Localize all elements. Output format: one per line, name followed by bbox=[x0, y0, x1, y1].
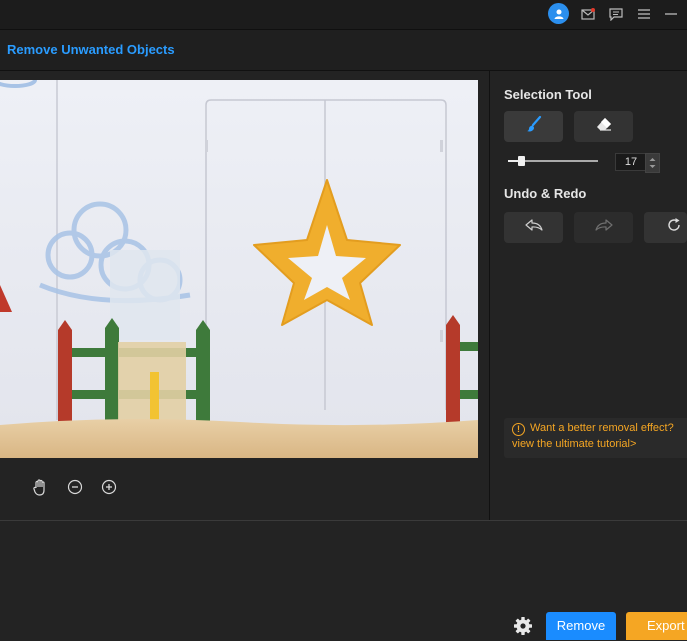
reset-button[interactable] bbox=[644, 212, 687, 243]
selection-tool-title: Selection Tool bbox=[504, 87, 592, 102]
zoom-out-icon[interactable] bbox=[65, 477, 85, 497]
page-title: Remove Unwanted Objects bbox=[7, 42, 175, 57]
warning-icon: ! bbox=[512, 423, 525, 436]
tool-panel: Selection Tool 17 Undo & Redo ! Want a b… bbox=[490, 71, 687, 520]
eraser-icon bbox=[595, 116, 613, 137]
tip-line-1: Want a better removal effect? bbox=[530, 422, 674, 434]
undo-icon bbox=[524, 218, 544, 237]
menu-icon[interactable] bbox=[634, 4, 654, 24]
header: Remove Unwanted Objects bbox=[0, 30, 687, 71]
brush-size-stepper[interactable] bbox=[645, 153, 660, 173]
undo-button[interactable] bbox=[504, 212, 563, 243]
brush-size-input[interactable]: 17 bbox=[615, 153, 647, 171]
canvas-area bbox=[0, 71, 490, 520]
settings-gear-icon[interactable] bbox=[513, 616, 533, 636]
undo-redo-title: Undo & Redo bbox=[504, 186, 587, 201]
remove-button[interactable]: Remove bbox=[546, 612, 616, 640]
user-icon[interactable] bbox=[548, 3, 569, 24]
tutorial-tip[interactable]: ! Want a better removal effect? view the… bbox=[504, 418, 687, 458]
brush-icon bbox=[525, 115, 543, 138]
zoom-in-icon[interactable] bbox=[99, 477, 119, 497]
export-button[interactable]: Export bbox=[626, 612, 687, 640]
brush-button[interactable] bbox=[504, 111, 563, 142]
eraser-button[interactable] bbox=[574, 111, 633, 142]
minimize-icon[interactable] bbox=[661, 4, 681, 24]
edited-image[interactable] bbox=[0, 80, 478, 458]
redo-icon bbox=[594, 218, 614, 237]
brush-size-slider[interactable] bbox=[508, 156, 598, 166]
title-bar bbox=[0, 0, 687, 30]
tip-link[interactable]: view the ultimate tutorial> bbox=[512, 437, 636, 452]
reset-icon bbox=[666, 217, 682, 238]
mail-icon[interactable] bbox=[578, 4, 598, 24]
brush-size-thumb[interactable] bbox=[518, 156, 525, 166]
redo-button[interactable] bbox=[574, 212, 633, 243]
photo-scene bbox=[0, 80, 478, 458]
message-icon[interactable] bbox=[606, 4, 626, 24]
hand-icon[interactable] bbox=[30, 477, 50, 497]
